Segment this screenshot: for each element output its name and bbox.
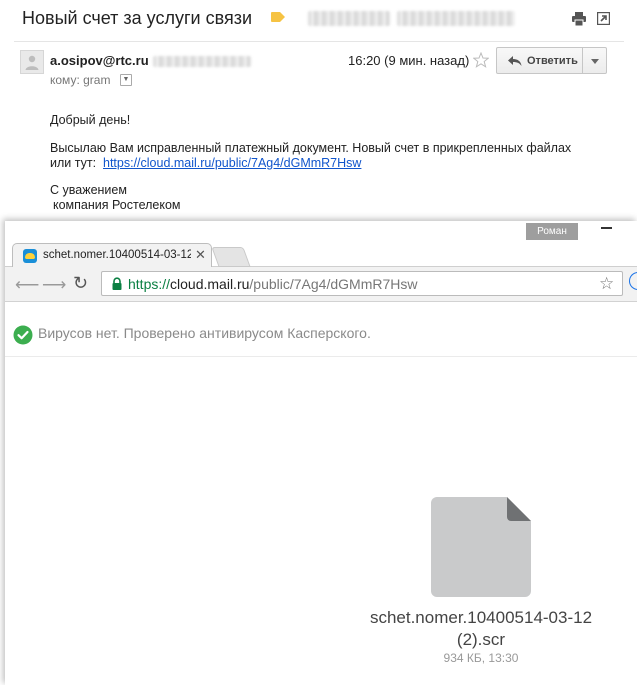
back-arrow-icon[interactable]: ⟵	[15, 275, 39, 295]
body-link-prefix: или тут:	[50, 156, 97, 170]
star-icon[interactable]	[473, 52, 489, 68]
url-path: /public/7Ag4/dGMmR7Hsw	[249, 276, 418, 292]
email-subject: Новый счет за услуги связи	[22, 8, 253, 28]
popout-icon[interactable]	[597, 12, 610, 25]
browser-tab[interactable]: schet.nomer.10400514-03-12 ✕	[12, 243, 212, 267]
redacted-sender	[153, 56, 251, 67]
body-line: Высылаю Вам исправленный платежный докум…	[50, 141, 572, 155]
url-host: cloud.mail.ru	[170, 276, 250, 292]
tab-title: schet.nomer.10400514-03-12	[43, 249, 191, 261]
file-name-line: (2).scr	[456, 630, 506, 649]
print-icon[interactable]	[572, 12, 586, 26]
to-label: кому:	[50, 73, 80, 87]
profile-badge[interactable]: Роман	[526, 223, 578, 240]
cloud-favicon-icon	[23, 249, 37, 263]
close-icon[interactable]: ✕	[195, 247, 206, 263]
browser-window: Роман schet.nomer.10400514-03-12 ✕ ⟵ ⟶ ↻…	[5, 221, 637, 685]
browser-toolbar: ⟵ ⟶ ↻ https://cloud.mail.ru/public/7Ag4/…	[5, 267, 637, 302]
bookmark-star-icon[interactable]: ☆	[599, 274, 614, 294]
reply-arrow-icon	[508, 56, 522, 66]
header-divider	[14, 41, 624, 42]
minimize-icon[interactable]	[601, 227, 612, 229]
lock-icon	[112, 277, 122, 290]
redacted-label	[397, 11, 515, 26]
reload-icon[interactable]: ↻	[73, 273, 88, 294]
browser-titlebar: Роман schet.nomer.10400514-03-12 ✕	[5, 221, 637, 267]
to-value: gram	[83, 73, 111, 87]
body-link-line: или тут: https://cloud.mail.ru/public/7A…	[50, 156, 361, 171]
reply-button-label: Ответить	[527, 55, 578, 67]
person-icon	[25, 55, 39, 70]
new-tab-button[interactable]	[211, 247, 251, 267]
cloud-link[interactable]: https://cloud.mail.ru/public/7Ag4/dGMmR7…	[103, 156, 361, 170]
redacted-label	[308, 11, 390, 26]
file-name[interactable]: schet.nomer.10400514-03-12 (2).scr	[345, 607, 617, 651]
check-circle-icon	[13, 325, 33, 345]
recipient-details-dropdown[interactable]: ▼	[120, 74, 132, 86]
avatar[interactable]	[20, 50, 44, 74]
address-bar[interactable]: https://cloud.mail.ru/public/7Ag4/dGMmR7…	[101, 271, 623, 296]
more-actions-button[interactable]	[582, 47, 607, 74]
email-time: 16:20 (9 мин. назад)	[348, 53, 470, 68]
url-protocol: https://	[128, 276, 171, 292]
file-icon[interactable]	[431, 497, 531, 597]
body-greeting: Добрый день!	[50, 113, 131, 127]
forward-arrow-icon[interactable]: ⟶	[42, 275, 66, 295]
url-text: https://cloud.mail.ru/public/7Ag4/dGMmR7…	[128, 276, 417, 292]
file-meta: 934 КБ, 13:30	[443, 651, 519, 665]
antivirus-status-text: Вирусов нет. Проверено антивирусом Каспе…	[38, 325, 371, 341]
sender-email[interactable]: a.osipov@rtc.ru	[50, 53, 149, 68]
file-name-line: schet.nomer.10400514-03-12	[369, 608, 593, 627]
body-signature: С уважением	[50, 183, 127, 197]
recipient-line: кому: gram	[50, 73, 110, 87]
body-company: компания Ростелеком	[53, 198, 181, 212]
reply-button[interactable]: Ответить	[496, 47, 583, 74]
antivirus-status-bar: Вирусов нет. Проверено антивирусом Каспе…	[5, 302, 637, 357]
